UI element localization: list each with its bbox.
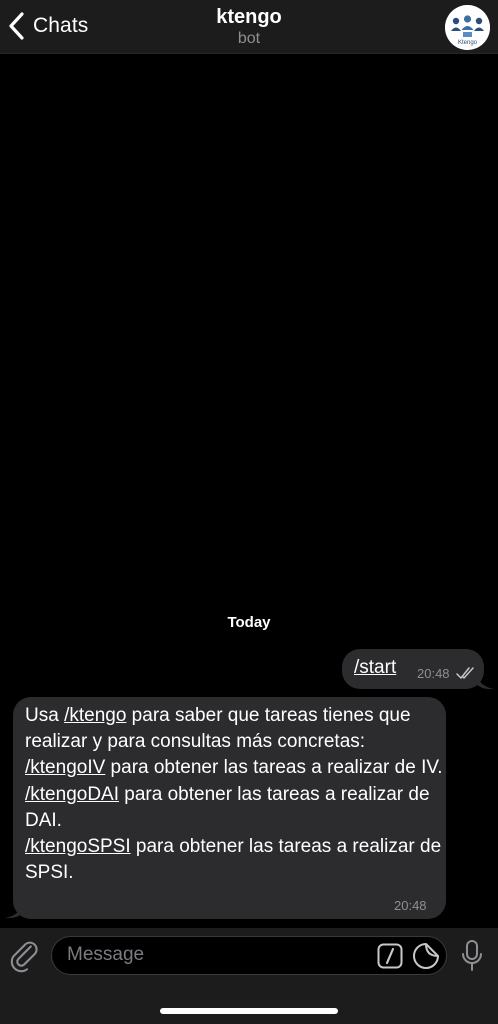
command-link-ktengoiv[interactable]: /ktengoIV	[25, 757, 105, 778]
avatar-text: Ktengo	[458, 40, 478, 46]
command-link-ktengo[interactable]: /ktengo	[64, 705, 126, 726]
bubble-tail	[5, 901, 23, 919]
incoming-time: 20:48	[394, 898, 427, 913]
chevron-left-icon	[9, 12, 24, 40]
date-separator: Today	[227, 614, 271, 631]
microphone-icon[interactable]	[460, 939, 484, 973]
command-link-ktengospsi[interactable]: /ktengoSPSI	[25, 836, 131, 857]
chat-header: Chats ktengo bot Ktengo	[0, 0, 498, 54]
ktengo-logo-icon: Ktengo	[445, 5, 490, 50]
double-check-icon	[456, 667, 474, 679]
bot-avatar[interactable]: Ktengo	[445, 5, 490, 50]
incoming-message-text: Usa /ktengo para saber que tareas tienes…	[25, 703, 443, 886]
back-label: Chats	[33, 14, 89, 37]
back-button[interactable]: Chats	[8, 10, 88, 42]
bot-command-icon[interactable]	[377, 943, 403, 969]
bubble-tail	[476, 672, 494, 690]
message-placeholder: Message	[67, 944, 145, 965]
home-indicator[interactable]	[160, 1008, 338, 1014]
outgoing-time: 20:48	[417, 666, 450, 681]
command-link-ktengodai[interactable]: /ktengoDAI	[25, 784, 119, 805]
sticker-icon[interactable]	[412, 942, 440, 970]
message-text: Usa	[25, 705, 65, 726]
message-text: para obtener las tareas a realizar de IV…	[105, 757, 443, 779]
paperclip-icon[interactable]	[10, 940, 42, 974]
outgoing-command-link[interactable]: /start	[354, 657, 396, 679]
